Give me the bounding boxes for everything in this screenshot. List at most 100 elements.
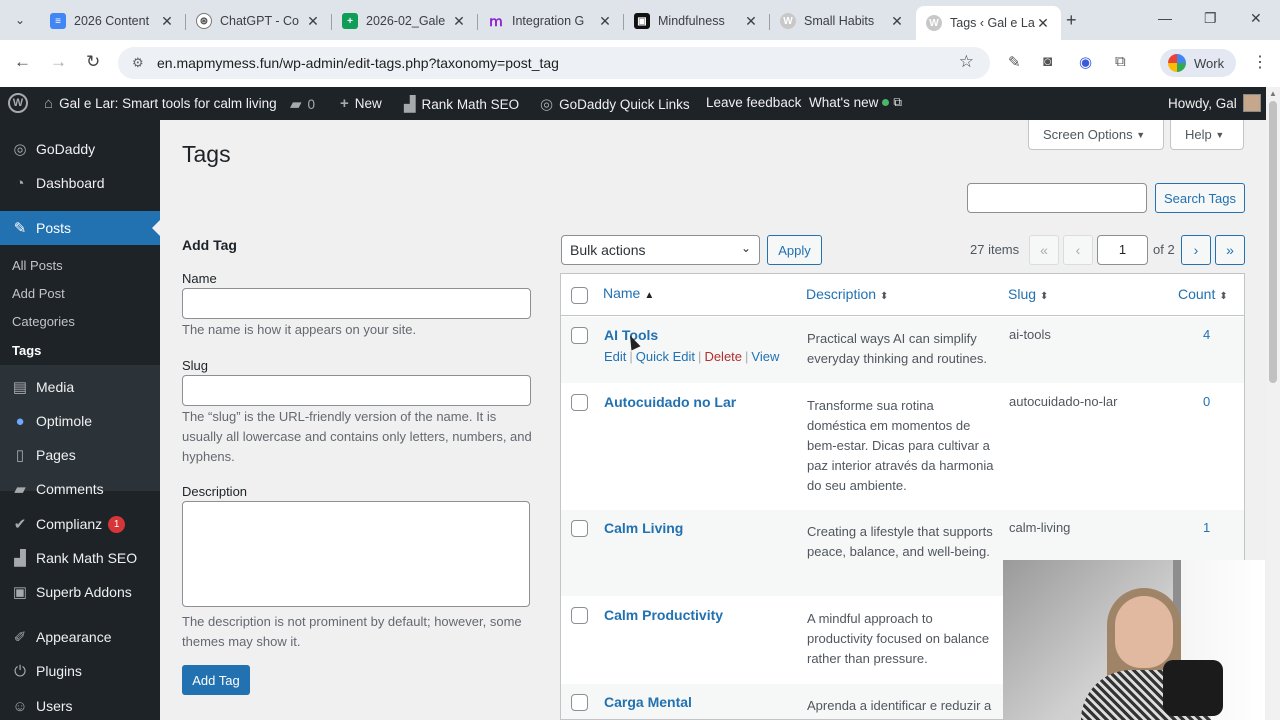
browser-tab[interactable]: ⅿ Integration G ✕ [478, 6, 623, 36]
site-name-link[interactable]: ⌂ Gal e Lar: Smart tools for calm living [44, 95, 277, 112]
forward-icon[interactable]: → [50, 52, 67, 72]
new-content-link[interactable]: + New [340, 95, 382, 112]
account-menu[interactable]: Howdy, Gal [1168, 94, 1261, 112]
sidebar-item-complianz[interactable]: ✔ Complianz 1 [0, 507, 160, 541]
close-tab-icon[interactable]: ✕ [597, 13, 613, 30]
rank-math-link[interactable]: ▟ Rank Math SEO [404, 95, 519, 113]
search-tags-input[interactable] [967, 183, 1147, 213]
view-link[interactable]: View [751, 349, 779, 364]
extensions-puzzle-icon[interactable]: ⧉ [1115, 53, 1126, 70]
tag-count-link[interactable]: 1 [1203, 520, 1210, 535]
tag-name-link[interactable]: Calm Living [604, 520, 683, 536]
row-checkbox[interactable] [571, 520, 588, 537]
page-scrollbar[interactable]: ▲ [1266, 87, 1280, 720]
close-tab-icon[interactable]: ✕ [159, 13, 175, 30]
tag-count-link[interactable]: 0 [1203, 394, 1210, 409]
scroll-up-arrow-icon[interactable]: ▲ [1269, 89, 1277, 98]
screen-options-button[interactable]: Screen Options ▼ [1028, 120, 1164, 150]
apply-button[interactable]: Apply [767, 235, 822, 265]
separator: | [698, 349, 702, 364]
address-bar[interactable]: ⚙ en.mapmymess.fun/wp-admin/edit-tags.ph… [118, 47, 990, 79]
tag-count-link[interactable]: 4 [1203, 327, 1210, 342]
edit-link[interactable]: Edit [604, 349, 626, 364]
close-tab-icon[interactable]: ✕ [305, 13, 321, 30]
leave-feedback-link[interactable]: Leave feedback [706, 95, 801, 110]
sidebar-item-label: Users [36, 698, 73, 714]
sidebar-item-dashboard[interactable]: ◔ Dashboard [0, 166, 160, 200]
pen-extension-icon[interactable]: ✎ [1008, 53, 1021, 71]
tab-search-chevron-icon[interactable]: ⌄ [8, 8, 32, 32]
sidebar-item-users[interactable]: ☺ Users [0, 689, 160, 720]
browser-tab[interactable]: + 2026-02_Gale ✕ [332, 6, 477, 36]
browser-menu-icon[interactable]: ⋮ [1252, 52, 1268, 72]
column-name-header[interactable]: Name ▲ [603, 285, 654, 301]
whats-new-link[interactable]: What's new ⧉ [809, 95, 908, 110]
wordpress-icon: W [780, 13, 796, 29]
new-tab-icon[interactable]: + [1066, 10, 1077, 31]
url-text[interactable]: en.mapmymess.fun/wp-admin/edit-tags.php?… [157, 55, 559, 71]
row-checkbox[interactable] [571, 394, 588, 411]
row-checkbox[interactable] [571, 327, 588, 344]
bookmark-star-icon[interactable]: ☆ [959, 52, 974, 72]
tag-slug-input[interactable] [182, 375, 531, 406]
column-slug-header[interactable]: Slug ⬍ [1008, 286, 1048, 302]
next-page-button[interactable]: › [1181, 235, 1211, 265]
godaddy-quick-links[interactable]: ◎ GoDaddy Quick Links [540, 95, 690, 113]
tag-description-textarea[interactable] [182, 501, 530, 607]
help-button[interactable]: Help ▼ [1170, 120, 1244, 150]
sidebar-item-superb-addons[interactable]: ▣ Superb Addons [0, 575, 160, 609]
bulk-actions-select[interactable]: Bulk actions ⌄ [561, 235, 760, 265]
scrollbar-thumb[interactable] [1269, 101, 1277, 383]
restore-icon[interactable]: ❐ [1204, 10, 1217, 27]
row-checkbox[interactable] [571, 607, 588, 624]
tag-description: Practical ways AI can simplify everyday … [807, 331, 987, 366]
last-page-button[interactable]: » [1215, 235, 1245, 265]
browser-tab[interactable]: W Small Habits ✕ [770, 6, 915, 36]
make-icon: ⅿ [489, 12, 503, 29]
submenu-tags[interactable]: Tags [12, 343, 41, 358]
sidebar-item-rank-math-seo[interactable]: ▟ Rank Math SEO [0, 541, 160, 575]
submenu-all-posts[interactable]: All Posts [12, 258, 63, 273]
current-page-input[interactable]: 1 [1097, 235, 1148, 265]
tag-name-input[interactable] [182, 288, 531, 319]
sidebar-item-optimole[interactable]: ● Optimole [0, 404, 160, 438]
add-tag-button[interactable]: Add Tag [182, 665, 250, 695]
sidebar-item-pages[interactable]: ▯ Pages [0, 438, 160, 472]
site-info-icon[interactable]: ⚙ [132, 55, 144, 71]
close-tab-icon[interactable]: ✕ [451, 13, 467, 30]
camera-extension-icon[interactable]: ◙ [1043, 53, 1052, 70]
close-window-icon[interactable]: ✕ [1250, 10, 1262, 27]
submenu-add-post[interactable]: Add Post [12, 286, 65, 301]
tag-name-link[interactable]: Carga Mental [604, 694, 692, 710]
quick-edit-link[interactable]: Quick Edit [636, 349, 695, 364]
delete-link[interactable]: Delete [704, 349, 742, 364]
minimize-icon[interactable]: — [1158, 10, 1172, 26]
close-tab-icon[interactable]: ✕ [1035, 15, 1051, 32]
browser-tab-active[interactable]: W Tags ‹ Gal e La ✕ [916, 6, 1061, 40]
submenu-categories[interactable]: Categories [12, 314, 75, 329]
search-tags-button[interactable]: Search Tags [1155, 183, 1245, 213]
sidebar-item-media[interactable]: ▤ Media [0, 370, 160, 404]
tag-name-link[interactable]: Autocuidado no Lar [604, 394, 736, 410]
close-tab-icon[interactable]: ✕ [743, 13, 759, 30]
browser-tab[interactable]: ⊛ ChatGPT - Co ✕ [186, 6, 331, 36]
column-count-header[interactable]: Count ⬍ [1178, 286, 1228, 302]
sidebar-item-plugins[interactable]: ⏻ Plugins [0, 654, 160, 688]
close-tab-icon[interactable]: ✕ [889, 13, 905, 30]
browser-tab[interactable]: ≡ 2026 Content ✕ [40, 6, 185, 36]
row-checkbox[interactable] [571, 694, 588, 711]
profile-button[interactable]: Work [1160, 49, 1236, 77]
sidebar-item-godaddy[interactable]: ◎ GoDaddy [0, 132, 160, 166]
reload-icon[interactable]: ↻ [86, 52, 100, 72]
tag-name-link[interactable]: Calm Productivity [604, 607, 723, 623]
password-extension-icon[interactable]: ◉ [1079, 53, 1092, 71]
back-icon[interactable]: ← [14, 52, 31, 72]
comments-link[interactable]: ▰ 0 [290, 95, 315, 113]
wordpress-logo-icon[interactable]: W [8, 93, 28, 113]
select-all-checkbox[interactable] [571, 287, 588, 304]
browser-tab[interactable]: ▣ Mindfulness ✕ [624, 6, 769, 36]
sidebar-item-posts[interactable]: ✎ Posts [0, 211, 160, 245]
column-description-header[interactable]: Description ⬍ [806, 286, 888, 302]
sidebar-item-comments[interactable]: ▰ Comments [0, 472, 160, 506]
sidebar-item-appearance[interactable]: ✐ Appearance [0, 620, 160, 654]
